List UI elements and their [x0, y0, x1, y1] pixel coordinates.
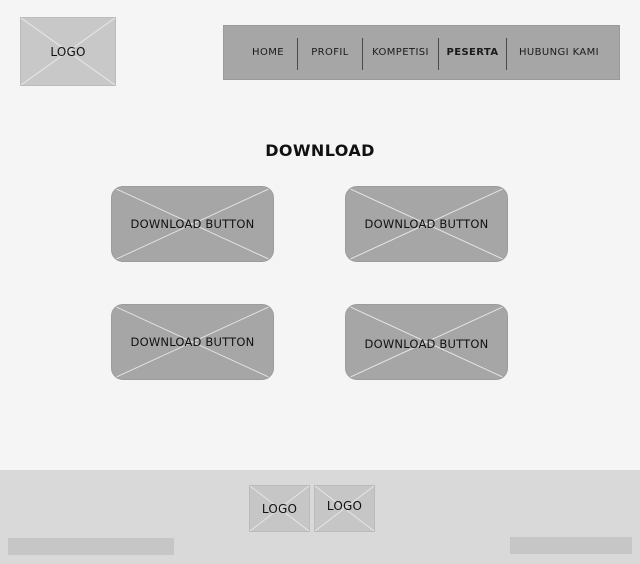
- download-button-label: DOWNLOAD BUTTON: [130, 217, 255, 231]
- download-button-label: DOWNLOAD BUTTON: [130, 335, 255, 349]
- nav-item-kompetisi[interactable]: KOMPETISI: [363, 26, 438, 79]
- footer-logo-label: LOGO: [261, 501, 298, 516]
- download-button[interactable]: DOWNLOAD BUTTON: [345, 304, 508, 380]
- footer-logo[interactable]: LOGO: [314, 485, 375, 532]
- header-logo-label: LOGO: [50, 44, 86, 59]
- footer-logo-label: LOGO: [326, 498, 363, 513]
- main-nav: HOME PROFIL KOMPETISI PESERTA HUBUNGI KA…: [223, 25, 620, 80]
- footer-logo[interactable]: LOGO: [249, 485, 310, 532]
- footer-text-placeholder-right: [510, 537, 632, 554]
- nav-item-hubungi-kami[interactable]: HUBUNGI KAMI: [507, 26, 611, 79]
- nav-item-home[interactable]: HOME: [238, 26, 298, 79]
- download-button-label: DOWNLOAD BUTTON: [364, 336, 489, 351]
- footer: LOGO LOGO: [0, 470, 640, 564]
- page-title: DOWNLOAD: [265, 141, 375, 160]
- download-button[interactable]: DOWNLOAD BUTTON: [111, 304, 274, 380]
- download-button[interactable]: DOWNLOAD BUTTON: [111, 186, 274, 262]
- download-button[interactable]: DOWNLOAD BUTTON: [345, 186, 508, 262]
- footer-text-placeholder-left: [8, 538, 174, 555]
- download-button-label: DOWNLOAD BUTTON: [364, 217, 489, 231]
- nav-item-profil[interactable]: PROFIL: [298, 26, 362, 79]
- header-logo[interactable]: LOGO: [20, 17, 116, 86]
- nav-item-peserta[interactable]: PESERTA: [439, 26, 506, 79]
